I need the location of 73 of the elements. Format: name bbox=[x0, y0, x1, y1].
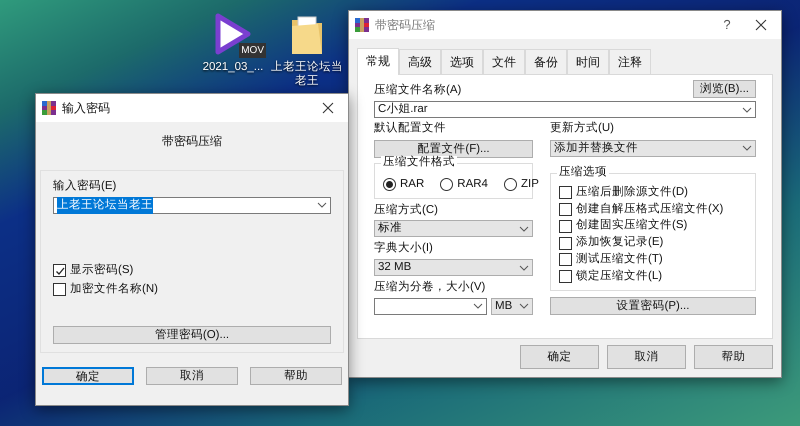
tab[interactable]: 高级 bbox=[399, 49, 441, 74]
tab[interactable]: 常规 bbox=[357, 48, 399, 75]
tab[interactable]: 备份 bbox=[525, 49, 567, 74]
tab[interactable]: 注释 bbox=[609, 49, 651, 74]
chevron-down-icon bbox=[317, 201, 327, 210]
checkbox[interactable] bbox=[559, 220, 572, 233]
radio-label: RAR bbox=[400, 178, 424, 192]
radio-button[interactable] bbox=[504, 178, 517, 192]
chevron-down-icon bbox=[519, 264, 529, 272]
field-label: 输入密码(E) bbox=[53, 180, 118, 194]
checkbox-label: 添加恢复记录(E) bbox=[576, 236, 664, 250]
field-label: 更新方式(U) bbox=[550, 122, 615, 136]
archive-name-combo[interactable]: C小姐.rar bbox=[374, 101, 756, 118]
group-label: 压缩选项 bbox=[557, 166, 609, 180]
file-type-badge: MOV bbox=[239, 43, 266, 58]
checkbox-label: 测试压缩文件(T) bbox=[576, 252, 663, 267]
close-icon[interactable] bbox=[755, 19, 767, 31]
tab[interactable]: 文件 bbox=[483, 49, 525, 74]
checkbox-label: 锁定压缩文件(L) bbox=[576, 270, 662, 284]
update-mode-combo[interactable]: 添加并替换文件 bbox=[550, 140, 756, 157]
dictionary-combo[interactable]: 32 MB bbox=[374, 259, 533, 276]
help-button[interactable]: ? bbox=[713, 15, 741, 35]
unit-combo[interactable]: MB bbox=[491, 298, 533, 315]
radio-button[interactable] bbox=[383, 178, 396, 192]
chevron-down-icon bbox=[742, 144, 752, 152]
password-combo[interactable]: 上老王论坛当老王 bbox=[53, 196, 331, 214]
radio-button[interactable] bbox=[440, 178, 454, 192]
dialog-button[interactable]: 帮助 bbox=[250, 367, 342, 385]
checkbox[interactable] bbox=[559, 253, 572, 266]
chevron-down-icon bbox=[519, 224, 529, 233]
field-label: 默认配置文件 bbox=[374, 122, 447, 136]
window-title: 带密码压缩 bbox=[375, 17, 436, 34]
dialog-button[interactable]: 取消 bbox=[146, 367, 238, 385]
field-label: 压缩文件名称(A) bbox=[374, 84, 462, 98]
radio-label: RAR4 bbox=[457, 178, 488, 192]
manage-passwords-button[interactable]: 管理密码(O)... bbox=[53, 326, 331, 344]
method-combo[interactable]: 标准 bbox=[374, 220, 533, 238]
checkbox-label: 创建自解压格式压缩文件(X) bbox=[576, 202, 724, 216]
checkbox-label: 压缩后删除源文件(D) bbox=[576, 186, 688, 200]
selected-text: 上老王论坛当老王 bbox=[57, 196, 153, 214]
archive-app-icon bbox=[355, 18, 369, 32]
icon-label[interactable]: 上老王论坛当老王 bbox=[270, 60, 344, 89]
dialog-button[interactable]: 确定 bbox=[42, 367, 134, 385]
dialog-button[interactable]: 帮助 bbox=[694, 345, 773, 369]
volume-size-combo[interactable] bbox=[374, 298, 487, 315]
chevron-down-icon bbox=[742, 106, 752, 114]
checkbox[interactable] bbox=[53, 282, 66, 296]
tab[interactable]: 选项 bbox=[441, 49, 483, 74]
check-icon bbox=[54, 266, 64, 276]
checkbox-label: 加密文件名称(N) bbox=[70, 282, 158, 296]
checkbox-label: 显示密码(S) bbox=[70, 264, 134, 278]
icon-label[interactable]: 2021_03_... bbox=[202, 60, 264, 74]
checkbox[interactable] bbox=[559, 270, 572, 284]
set-password-button[interactable]: 设置密码(P)... bbox=[550, 296, 756, 315]
checkbox[interactable] bbox=[559, 202, 572, 216]
field-label: 压缩为分卷，大小(V) bbox=[374, 281, 486, 295]
window-title: 输入密码 bbox=[62, 100, 111, 117]
archive-app-icon bbox=[42, 101, 56, 115]
close-icon[interactable] bbox=[322, 102, 334, 114]
checkbox-label: 创建固实压缩文件(S) bbox=[576, 219, 688, 234]
dialog-button[interactable]: 确定 bbox=[520, 345, 599, 369]
dialog-heading: 带密码压缩 bbox=[162, 133, 222, 150]
checkbox[interactable] bbox=[53, 264, 66, 278]
dialog-button[interactable]: 取消 bbox=[607, 345, 686, 369]
tab[interactable]: 时间 bbox=[567, 49, 609, 74]
field-label: 字典大小(I) bbox=[374, 242, 434, 256]
browse-button[interactable]: 浏览(B)... bbox=[693, 80, 756, 98]
field-label: 压缩方式(C) bbox=[374, 204, 439, 218]
checkbox[interactable] bbox=[559, 236, 572, 250]
chevron-down-icon bbox=[473, 302, 483, 310]
checkbox[interactable] bbox=[559, 186, 572, 200]
radio-label: ZIP bbox=[520, 178, 539, 192]
chevron-down-icon bbox=[519, 302, 529, 310]
